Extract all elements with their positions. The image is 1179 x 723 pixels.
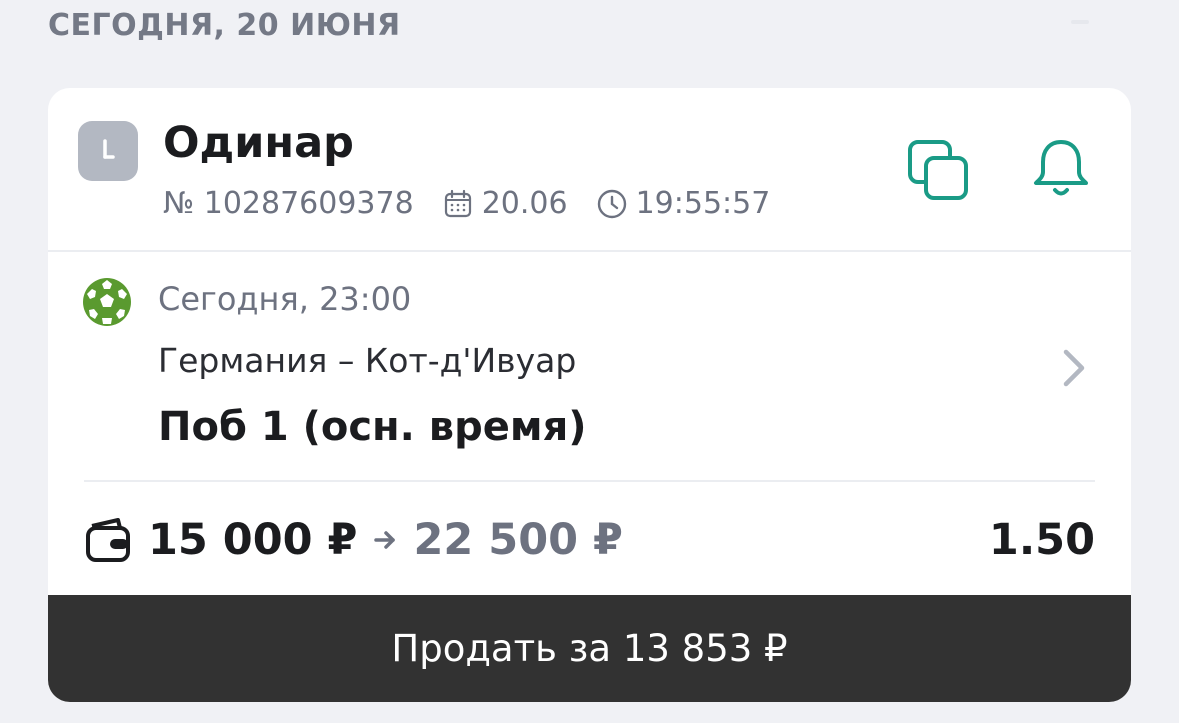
chevron-right-icon[interactable] (1058, 346, 1090, 390)
section-date-header: СЕГОДНЯ, 20 ИЮНЯ (48, 8, 401, 43)
stake-amount: 15 000 ₽ (148, 515, 358, 565)
arrow-right-icon (373, 527, 399, 553)
bet-outcome: Поб 1 (осн. время) (158, 404, 587, 450)
bet-time: 19:55:57 (635, 186, 771, 221)
coefficient: 1.50 (988, 515, 1095, 565)
sell-button[interactable]: Продать за 13 853 ₽ (48, 595, 1131, 702)
event-teams[interactable]: Германия – Кот-д'Ивуар (158, 341, 576, 380)
scroll-hint (1071, 20, 1089, 24)
clock-icon (78, 121, 138, 181)
bet-card: Одинар № 10287609378 20.06 19:55:57 Сего… (48, 88, 1131, 702)
bet-type-title: Одинар (163, 118, 354, 168)
event-start-time: Сегодня, 23:00 (158, 280, 412, 318)
divider (84, 480, 1095, 482)
bell-icon[interactable] (1028, 136, 1094, 202)
wallet-icon (84, 516, 132, 564)
bet-date: 20.06 (481, 186, 568, 221)
copy-icon[interactable] (906, 138, 972, 204)
divider (48, 250, 1131, 252)
bet-meta-row: № 10287609378 20.06 19:55:57 (163, 186, 770, 221)
bet-number: № 10287609378 (163, 186, 414, 221)
payout-amount: 22 500 ₽ (413, 515, 623, 565)
time-icon (596, 188, 628, 220)
soccer-ball-icon (82, 277, 132, 327)
amount-row: 15 000 ₽ 22 500 ₽ 1.50 (84, 508, 1095, 572)
calendar-icon (442, 188, 474, 220)
